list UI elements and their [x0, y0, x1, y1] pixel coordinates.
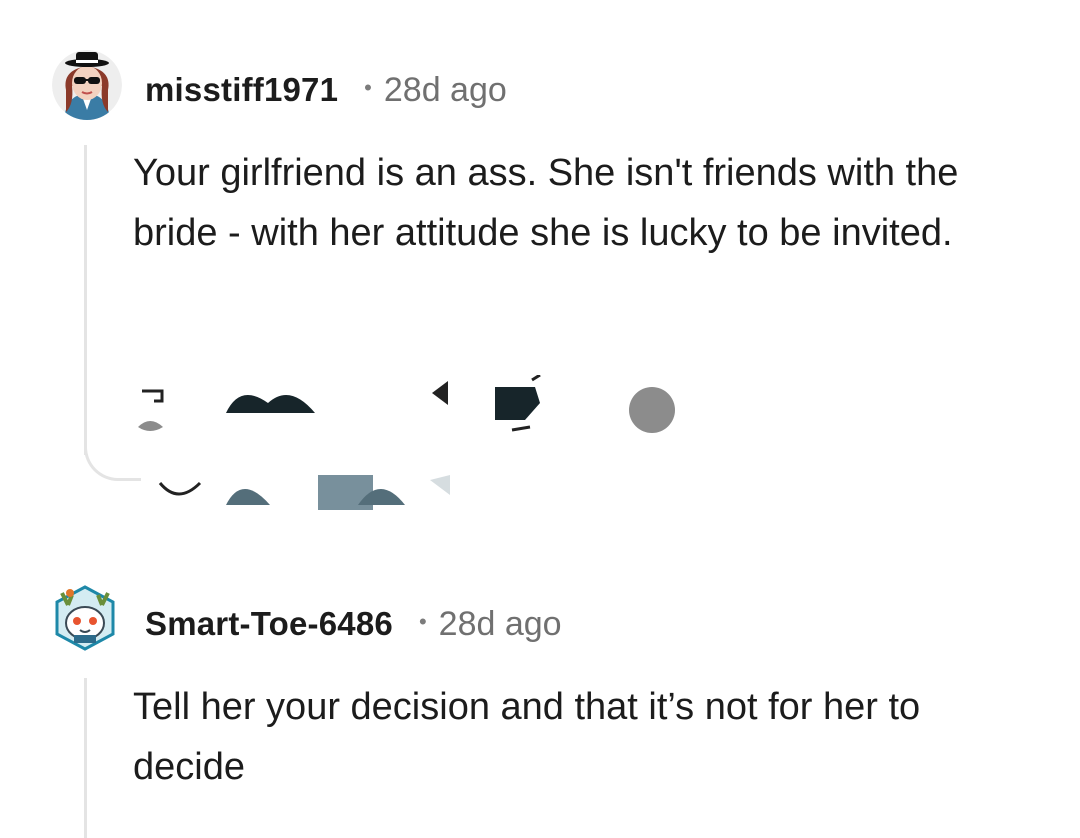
comment-meta: Smart-Toe-6486 • 28d ago — [145, 602, 562, 646]
comment: misstiff1971 • 28d ago Your girlfriend i… — [0, 0, 1080, 560]
avatar-antlered-creature-icon — [55, 585, 115, 651]
avatar-woman-sunglasses-hat-icon — [52, 50, 122, 120]
username[interactable]: misstiff1971 — [145, 71, 338, 109]
comment-body: Tell her your decision and that it’s not… — [133, 686, 921, 788]
comment-body: Your girlfriend is an ass. She isn't fri… — [133, 152, 959, 254]
comment: Smart-Toe-6486 • 28d ago Tell her your d… — [0, 570, 1080, 838]
meta-separator: • — [364, 75, 372, 100]
user-avatar[interactable] — [50, 583, 120, 653]
username[interactable]: Smart-Toe-6486 — [145, 605, 393, 643]
meta-separator: • — [418, 609, 427, 634]
user-avatar[interactable] — [52, 50, 122, 120]
comment-action-bar — [130, 373, 730, 515]
action-bar-fragments — [138, 373, 675, 510]
thread-line[interactable] — [84, 145, 87, 455]
comment-meta: misstiff1971 • 28d ago — [145, 68, 507, 112]
thread-line[interactable] — [84, 678, 87, 838]
timestamp: 28d ago — [438, 604, 562, 643]
timestamp: 28d ago — [383, 70, 507, 109]
